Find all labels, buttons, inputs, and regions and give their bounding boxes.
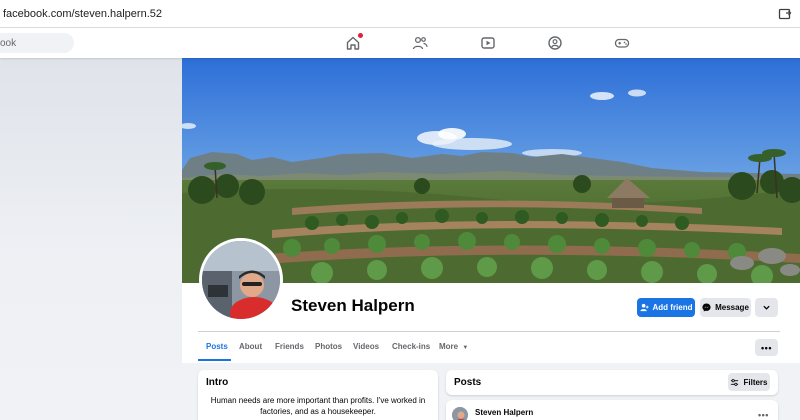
filters-icon xyxy=(731,378,739,386)
posts-title: Posts xyxy=(454,377,482,388)
friends-icon[interactable] xyxy=(412,35,428,51)
active-tab-indicator xyxy=(198,359,231,361)
browser-address-bar: facebook.com/steven.halpern.52 xyxy=(0,0,800,28)
url-text[interactable]: facebook.com/steven.halpern.52 xyxy=(3,8,162,20)
profile-name: Steven Halpern xyxy=(291,296,415,315)
profile-divider xyxy=(198,331,780,332)
tab-videos[interactable]: Videos xyxy=(353,342,379,351)
chevron-down-icon xyxy=(763,305,770,310)
home-icon[interactable] xyxy=(345,33,363,51)
post-author-name[interactable]: Steven Halpern xyxy=(475,408,533,417)
cover-photo[interactable] xyxy=(182,58,800,283)
more-options-button[interactable] xyxy=(755,298,778,317)
extension-icon[interactable] xyxy=(778,7,792,21)
tab-menu-button[interactable]: ••• xyxy=(755,339,778,356)
left-background xyxy=(0,58,182,420)
tab-check-ins[interactable]: Check-ins xyxy=(392,342,430,351)
message-label: Message xyxy=(715,303,749,312)
gaming-icon[interactable] xyxy=(614,35,630,51)
filters-label: Filters xyxy=(743,377,768,387)
profile-avatar[interactable] xyxy=(199,238,283,322)
tab-photos[interactable]: Photos xyxy=(315,342,342,351)
tab-more-label: More xyxy=(439,342,459,351)
intro-bio: Human needs are more important than prof… xyxy=(210,396,426,416)
messenger-icon xyxy=(702,303,711,312)
message-button[interactable]: Message xyxy=(700,298,751,317)
video-icon[interactable] xyxy=(480,35,496,51)
add-friend-button[interactable]: Add friend xyxy=(637,298,695,317)
post-options-icon[interactable]: ••• xyxy=(758,410,769,420)
add-friend-icon xyxy=(639,303,649,312)
intro-title: Intro xyxy=(206,377,229,388)
tab-posts[interactable]: Posts xyxy=(206,342,228,351)
caret-down-icon: ▼ xyxy=(462,345,469,351)
filters-button[interactable]: Filters xyxy=(728,373,770,391)
tab-friends[interactable]: Friends xyxy=(275,342,304,351)
tab-more[interactable]: More ▼ xyxy=(439,342,468,351)
tab-about[interactable]: About xyxy=(239,342,262,351)
facebook-header xyxy=(0,28,800,58)
ellipsis-icon: ••• xyxy=(761,342,772,353)
search-input[interactable] xyxy=(0,33,74,53)
add-friend-label: Add friend xyxy=(652,303,693,312)
post-author-avatar[interactable] xyxy=(452,407,468,420)
groups-icon[interactable] xyxy=(547,35,563,51)
notification-dot xyxy=(358,33,363,38)
